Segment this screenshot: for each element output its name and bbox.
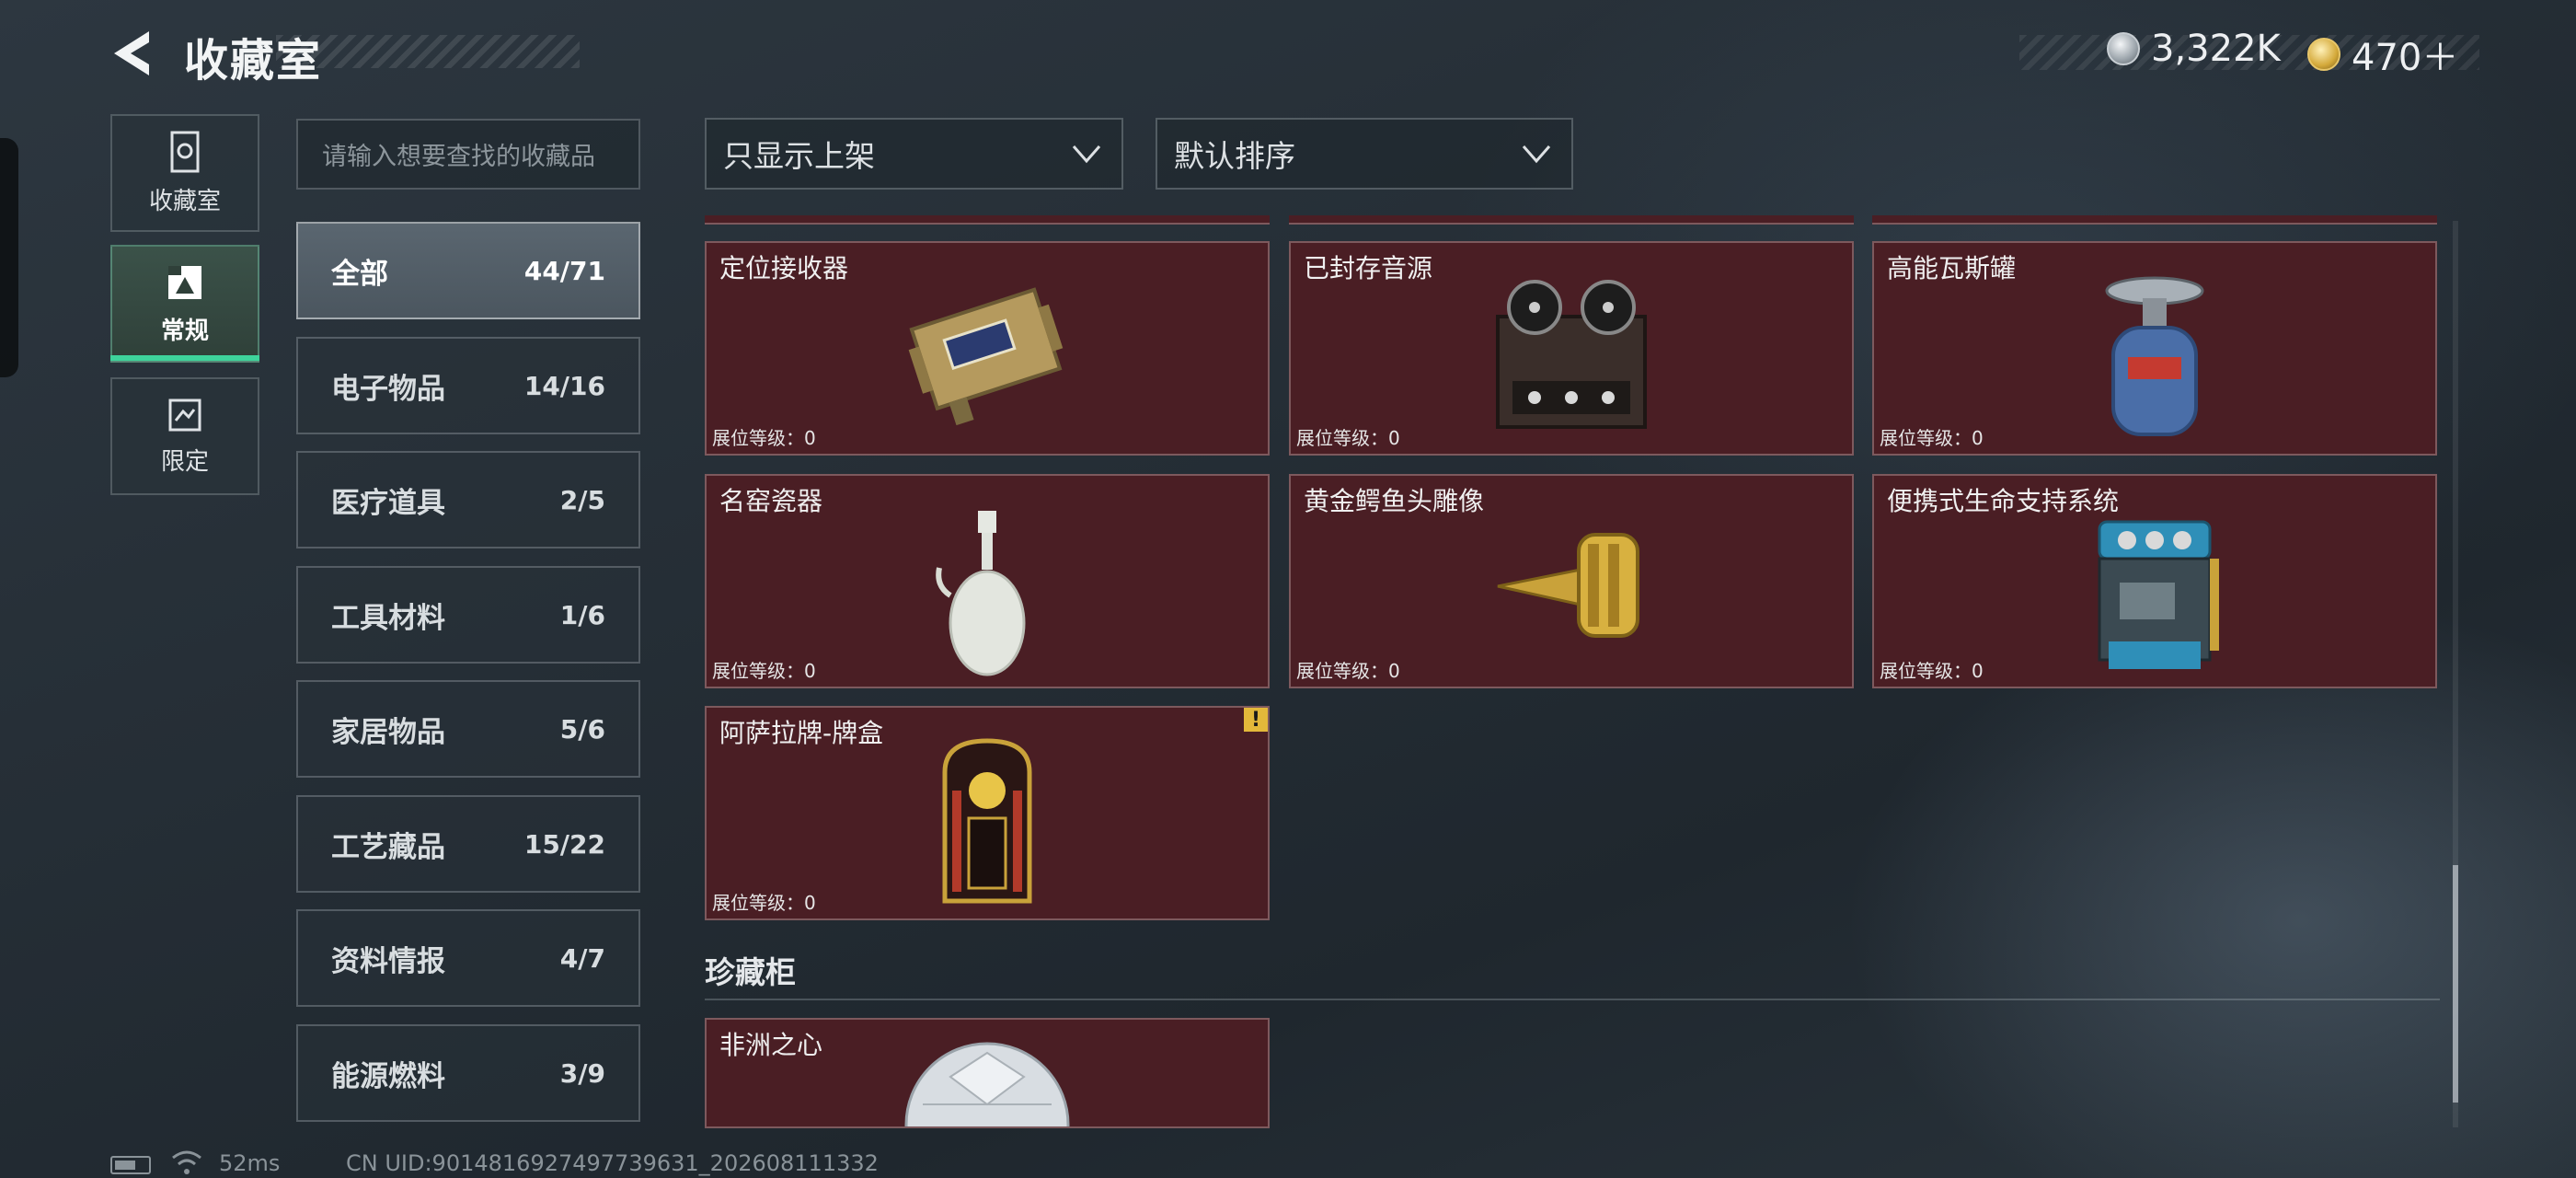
item-name: 已封存音源 [1304, 253, 1433, 283]
category-count: 44/71 [523, 255, 605, 286]
category-count: 2/5 [559, 484, 605, 515]
item-card-locator-receiver[interactable]: 定位接收器 展位等级：0 [705, 241, 1270, 456]
gold-amount: 470＋ [2352, 37, 2459, 79]
category-all[interactable]: 全部 44/71 [296, 222, 640, 319]
category-electronics[interactable]: 电子物品 14/16 [296, 337, 640, 434]
category-medical[interactable]: 医疗道具 2/5 [296, 451, 640, 549]
rail-regular-button[interactable]: 常规 [110, 245, 259, 363]
item-level: 展位等级：0 [1296, 427, 1400, 449]
gas-canister-icon [2105, 276, 2204, 436]
page-title: 收藏室 [184, 35, 323, 87]
wifi-icon [172, 1150, 201, 1174]
item-name: 定位接收器 [719, 253, 849, 283]
item-card-life-support[interactable]: 便携式生命支持系统 展位等级：0 [1872, 474, 2437, 688]
silver-currency: 3,322K [2107, 28, 2281, 70]
item-name: 黄金鳄鱼头雕像 [1304, 486, 1485, 516]
category-count: 15/22 [523, 828, 605, 860]
display-filter-value: 只显示上架 [723, 138, 875, 174]
chevron-down-icon [1522, 145, 1551, 164]
item-level: 展位等级：0 [1880, 427, 1984, 449]
porcelain-vase-icon [936, 511, 1026, 676]
card-partial [705, 215, 1270, 225]
card-box-icon [942, 738, 1032, 904]
item-level: 展位等级：0 [712, 427, 816, 449]
category-label: 资料情报 [331, 944, 445, 978]
warning-badge: ! [1244, 708, 1268, 732]
category-count: 5/6 [559, 713, 605, 745]
category-count: 4/7 [559, 942, 605, 974]
category-count: 1/6 [559, 599, 605, 630]
silver-amount: 3,322K [2151, 28, 2281, 70]
category-label: 医疗道具 [331, 486, 445, 520]
category-fuel[interactable]: 能源燃料 3/9 [296, 1024, 640, 1122]
sort-value: 默认排序 [1174, 138, 1295, 174]
category-label: 家居物品 [331, 715, 445, 749]
search-input[interactable]: 请输入想要查找的收藏品 [296, 119, 640, 190]
section-title: 珍藏柜 [705, 954, 796, 990]
item-level: 展位等级：0 [712, 892, 816, 914]
item-card-sealed-audio[interactable]: 已封存音源 展位等级：0 [1289, 241, 1854, 456]
rail-limited-button[interactable]: 限定 [110, 377, 259, 495]
display-filter-dropdown[interactable]: 只显示上架 [705, 118, 1123, 190]
vault-icon [170, 131, 200, 172]
item-card-porcelain[interactable]: 名窑瓷器 展位等级：0 [705, 474, 1270, 688]
rail-regular-label: 常规 [160, 317, 209, 345]
limited-icon [168, 398, 201, 431]
category-label: 能源燃料 [331, 1059, 445, 1093]
category-label: 工具材料 [331, 601, 445, 635]
life-support-icon [2098, 520, 2219, 669]
item-card-gas-canister[interactable]: 高能瓦斯罐 展位等级：0 [1872, 241, 2437, 456]
item-level: 展位等级：0 [712, 660, 816, 682]
reel-recorder-icon [1496, 280, 1647, 429]
back-arrow-icon[interactable] [109, 28, 160, 79]
picture-icon [168, 265, 201, 299]
rail-limited-label: 限定 [160, 447, 209, 476]
chevron-down-icon [1072, 145, 1101, 164]
search-placeholder: 请输入想要查找的收藏品 [322, 143, 595, 171]
item-card-card-box[interactable]: 阿萨拉牌-牌盒 ! 展位等级：0 [705, 706, 1270, 920]
category-crafts[interactable]: 工艺藏品 15/22 [296, 795, 640, 893]
category-label: 全部 [331, 257, 388, 291]
category-count: 14/16 [523, 370, 605, 401]
uid-text: CN UID:9014816927497739631_202608111332 [346, 1150, 879, 1176]
card-partial [1872, 215, 2437, 225]
rail-vault-label: 收藏室 [148, 187, 221, 215]
item-card-gold-crocodile[interactable]: 黄金鳄鱼头雕像 展位等级：0 [1289, 474, 1854, 688]
item-name: 非洲之心 [719, 1030, 823, 1060]
battery-icon [110, 1156, 151, 1174]
gold-coin-icon [2307, 38, 2340, 71]
category-intel[interactable]: 资料情报 4/7 [296, 909, 640, 1007]
ping-text: 52ms [219, 1150, 281, 1176]
category-tools[interactable]: 工具材料 1/6 [296, 566, 640, 664]
card-partial [1289, 215, 1854, 225]
item-name: 高能瓦斯罐 [1887, 253, 2017, 283]
category-count: 3/9 [559, 1057, 605, 1089]
diamond-icon [904, 1042, 1070, 1126]
item-card-heart-of-africa[interactable]: 非洲之心 [705, 1018, 1270, 1128]
item-level: 展位等级：0 [1880, 660, 1984, 682]
category-label: 电子物品 [331, 372, 445, 406]
silver-coin-icon [2107, 32, 2140, 65]
section-divider [705, 999, 2440, 1000]
item-level: 展位等级：0 [1296, 660, 1400, 682]
sort-dropdown[interactable]: 默认排序 [1156, 118, 1573, 190]
rail-vault-button[interactable]: 收藏室 [110, 114, 259, 232]
scrollbar-thumb[interactable] [2453, 865, 2458, 1103]
locator-receiver-icon [908, 287, 1064, 426]
edge-handle [0, 138, 18, 377]
gold-currency[interactable]: 470＋ [2307, 28, 2458, 81]
item-name: 名窑瓷器 [719, 486, 823, 516]
category-home[interactable]: 家居物品 5/6 [296, 680, 640, 778]
gold-crocodile-icon [1497, 533, 1639, 638]
item-name: 阿萨拉牌-牌盒 [719, 718, 884, 748]
category-label: 工艺藏品 [331, 830, 445, 864]
rail-active-indicator [110, 355, 259, 361]
